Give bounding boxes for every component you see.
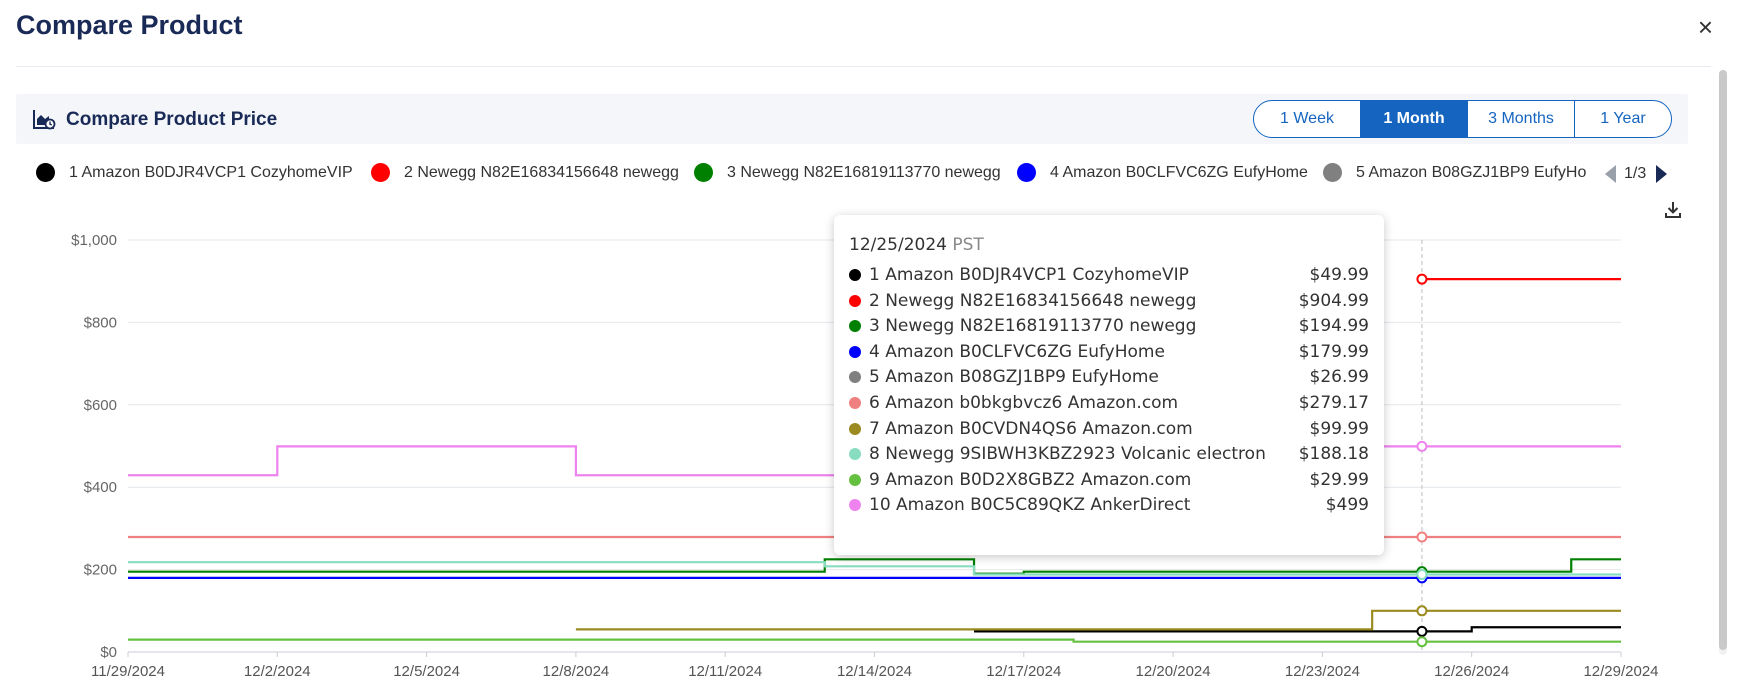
series-line — [128, 638, 1621, 643]
tooltip-name: 3 Newegg N82E16819113770 newegg — [869, 316, 1197, 337]
y-axis-ticks: $0 $200 $400 $600 $800 $1,000 — [71, 232, 117, 661]
tooltip-dot — [849, 422, 861, 435]
tooltip-price: $499 — [1325, 495, 1369, 516]
y-tick-label: $0 — [100, 644, 117, 661]
tooltip-timezone: PST — [952, 235, 984, 255]
tooltip-row: 7 Amazon B0CVDN4QS6 Amazon.com $99.99 — [849, 418, 1369, 440]
tooltip-price: $904.99 — [1298, 290, 1369, 311]
tooltip-dot — [849, 371, 861, 384]
y-tick-label: $1,000 — [71, 232, 117, 249]
tooltip-price: $179.99 — [1298, 341, 1369, 362]
tooltip-dot — [849, 345, 861, 358]
tooltip-name: 1 Amazon B0DJR4VCP1 CozyhomeVIP — [869, 265, 1189, 285]
tooltip-dot — [849, 294, 861, 307]
y-tick-label: $400 — [84, 479, 117, 496]
hover-marker — [1416, 605, 1428, 617]
tooltip-name: 9 Amazon B0D2X8GBZ2 Amazon.com — [869, 469, 1192, 490]
x-tick-label: 12/14/2024 — [837, 663, 912, 680]
hover-marker — [1416, 625, 1428, 637]
x-tick-label: 12/26/2024 — [1434, 663, 1509, 680]
tooltip-price: $29.99 — [1309, 469, 1369, 490]
hover-marker — [1416, 440, 1428, 452]
hover-marker — [1416, 531, 1428, 543]
tooltip-dot — [849, 269, 861, 281]
tooltip-row: 6 Amazon b0bkgbvcz6 Amazon.com $279.17 — [849, 392, 1369, 414]
tooltip-row: 2 Newegg N82E16834156648 newegg $904.99 — [849, 290, 1369, 312]
tooltip-dot — [849, 473, 861, 486]
tooltip-row: 3 Newegg N82E16819113770 newegg $194.99 — [849, 315, 1369, 337]
x-tick-label: 12/20/2024 — [1136, 663, 1211, 680]
tooltip-row: 10 Amazon B0C5C89QKZ AnkerDirect $499 — [849, 494, 1369, 516]
tooltip-dot — [849, 499, 861, 512]
hover-marker — [1416, 568, 1428, 580]
x-tick-label: 11/29/2024 — [91, 663, 165, 680]
tooltip-row: 4 Amazon B0CLFVC6ZG EufyHome $179.99 — [849, 341, 1369, 363]
tooltip-dot — [849, 320, 861, 333]
tooltip-price: $49.99 — [1309, 265, 1369, 285]
tooltip-name: 6 Amazon b0bkgbvcz6 Amazon.com — [869, 393, 1179, 413]
y-tick-label: $800 — [84, 314, 117, 331]
tooltip-row: 8 Newegg 9SIBWH3KBZ2923 Volcanic electro… — [849, 443, 1369, 465]
tooltip-date-line: 12/25/2024 PST — [849, 235, 984, 255]
tooltip-price: $99.99 — [1309, 418, 1369, 439]
tooltip-name: 7 Amazon B0CVDN4QS6 Amazon.com — [869, 418, 1193, 439]
x-tick-label: 12/2/2024 — [244, 663, 311, 680]
tooltip-name: 2 Newegg N82E16834156648 newegg — [869, 290, 1197, 311]
tooltip-name: 10 Amazon B0C5C89QKZ AnkerDirect — [869, 495, 1191, 516]
tooltip-date: 12/25/2024 — [849, 235, 947, 255]
tooltip-price: $26.99 — [1309, 367, 1369, 388]
tooltip-price: $194.99 — [1298, 316, 1369, 337]
hover-marker — [1416, 273, 1428, 285]
y-tick-label: $200 — [84, 562, 117, 579]
x-tick-label: 12/11/2024 — [688, 663, 762, 680]
tooltip-name: 8 Newegg 9SIBWH3KBZ2923 Volcanic electro… — [869, 444, 1266, 465]
hover-marker — [1416, 636, 1428, 648]
tooltip-price: $188.18 — [1298, 444, 1369, 465]
x-tick-label: 12/23/2024 — [1285, 663, 1360, 680]
x-tick-label: 12/17/2024 — [986, 663, 1061, 680]
chart-tooltip: 12/25/2024 PST 1 Amazon B0DJR4VCP1 Cozyh… — [834, 215, 1384, 555]
tooltip-row: 1 Amazon B0DJR4VCP1 CozyhomeVIP $49.99 — [849, 264, 1369, 286]
tooltip-row: 9 Amazon B0D2X8GBZ2 Amazon.com $29.99 — [849, 469, 1369, 491]
x-tick-label: 12/29/2024 — [1583, 663, 1658, 680]
x-tick-label: 12/5/2024 — [393, 663, 460, 680]
tooltip-name: 5 Amazon B08GZJ1BP9 EufyHome — [869, 367, 1159, 388]
x-axis-ticks: 11/29/2024 12/2/2024 12/5/2024 12/8/2024 12/… — [91, 652, 1659, 680]
x-tick-label: 12/8/2024 — [543, 663, 610, 680]
tooltip-dot — [849, 448, 861, 461]
tooltip-price: $279.17 — [1298, 393, 1369, 413]
y-tick-label: $600 — [84, 397, 117, 414]
tooltip-name: 4 Amazon B0CLFVC6ZG EufyHome — [869, 341, 1165, 362]
tooltip-row: 5 Amazon B08GZJ1BP9 EufyHome $26.99 — [849, 366, 1369, 388]
tooltip-dot — [849, 397, 861, 409]
series-line — [575, 609, 1621, 631]
